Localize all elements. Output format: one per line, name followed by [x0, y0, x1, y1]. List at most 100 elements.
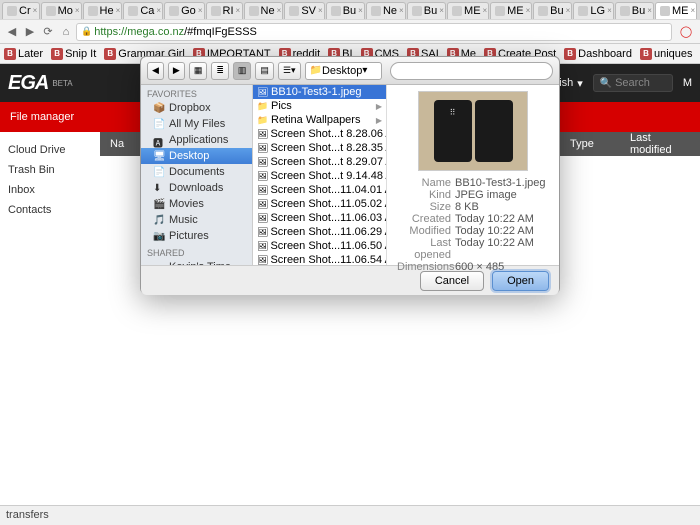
file-icon: 🖼	[257, 227, 268, 238]
sidebar-item[interactable]: 🎵Music	[141, 212, 252, 228]
lock-icon: 🔒	[81, 26, 92, 37]
mega-logo: EGA	[8, 72, 48, 95]
dialog-search-input[interactable]	[390, 62, 553, 80]
mega-sidebar-item[interactable]: Contacts	[8, 200, 92, 220]
browser-tab[interactable]: RI×	[206, 2, 243, 19]
back-button[interactable]: ◀	[4, 24, 20, 40]
file-icon: 📁	[257, 101, 269, 112]
file-row[interactable]: 🖼Screen Shot...t 8.29.07 AM	[253, 155, 386, 169]
browser-tab[interactable]: Bu×	[533, 2, 572, 19]
folder-icon: 📄	[153, 167, 165, 177]
dialog-body: FAVORITES 📦Dropbox📄All My Files🅰Applicat…	[141, 85, 559, 265]
sidebar-item[interactable]: 🎬Movies	[141, 196, 252, 212]
file-row[interactable]: 📁Pics▶	[253, 99, 386, 113]
file-icon: 🖼	[257, 143, 268, 154]
sidebar-item[interactable]: 🖥Desktop	[141, 148, 252, 164]
bookmark-item[interactable]: BSnip It	[51, 48, 96, 60]
sidebar-item[interactable]: 📦Dropbox	[141, 100, 252, 116]
home-button[interactable]: ⌂	[58, 24, 74, 40]
file-row[interactable]: 🖼Screen Shot...11.06.54 AM	[253, 253, 386, 265]
view-list-button[interactable]: ≣	[211, 62, 229, 80]
browser-tab[interactable]: Ca×	[123, 2, 163, 19]
nav-back-button[interactable]: ◀	[147, 62, 164, 80]
file-icon: 🖼	[257, 199, 268, 210]
sidebar-item[interactable]: 📄Documents	[141, 164, 252, 180]
file-icon: 🖼	[257, 87, 269, 98]
sidebar-item[interactable]: 💾Kevin's Time Capsule	[141, 259, 252, 265]
sidebar-item[interactable]: 🅰Applications	[141, 132, 252, 148]
file-icon: 📁	[257, 115, 269, 126]
nav-fwd-button[interactable]: ▶	[168, 62, 185, 80]
browser-tab[interactable]: He×	[83, 2, 123, 19]
beta-badge: BETA	[52, 79, 72, 88]
file-row[interactable]: 🖼Screen Shot...11.06.29 AM	[253, 225, 386, 239]
sidebar-item[interactable]: 📷Pictures	[141, 228, 252, 244]
browser-tab[interactable]: Mo×	[41, 2, 82, 19]
browser-address-bar: ◀ ▶ ⟳ ⌂ 🔒 https:// mega.co.nz /#fmqIFgES…	[0, 20, 700, 44]
view-cover-button[interactable]: ▤	[255, 62, 274, 80]
sidebar-item[interactable]: 📄All My Files	[141, 116, 252, 132]
preview-image	[418, 91, 528, 171]
browser-tab[interactable]: Bu×	[407, 2, 446, 19]
folder-icon: 📄	[153, 119, 165, 129]
file-row[interactable]: 📁Retina Wallpapers▶	[253, 113, 386, 127]
file-icon: 🖼	[257, 185, 268, 196]
reload-button[interactable]: ⟳	[40, 24, 56, 40]
file-row[interactable]: 🖼Screen Shot...t 8.28.35 AM	[253, 141, 386, 155]
url-field[interactable]: 🔒 https:// mega.co.nz /#fmqIFgESSS	[76, 23, 672, 41]
opera-icon[interactable]: ◯	[678, 24, 694, 40]
file-row[interactable]: 🖼Screen Shot...11.06.03 AM	[253, 211, 386, 225]
browser-tab[interactable]: ME×	[490, 2, 532, 19]
file-open-dialog: ◀ ▶ ▦ ≣ ▥ ▤ ☰▾ 📁 Desktop ▾ FAVORITES 📦Dr…	[140, 56, 560, 294]
file-row[interactable]: 🖼Screen Shot...11.04.01 AM	[253, 183, 386, 197]
file-row[interactable]: 🖼BB10-Test3-1.jpeg	[253, 85, 386, 99]
folder-icon: 🎵	[153, 215, 165, 225]
folder-icon: 🎬	[153, 199, 165, 209]
folder-icon: 🅰	[153, 135, 165, 145]
bookmark-item[interactable]: BLater	[4, 48, 43, 60]
mega-sidebar-item[interactable]: Trash Bin	[8, 160, 92, 180]
file-row[interactable]: 🖼Screen Shot...t 8.28.06 AM	[253, 127, 386, 141]
browser-tab[interactable]: Bu×	[615, 2, 654, 19]
browser-tab[interactable]: SV×	[284, 2, 324, 19]
file-icon: 🖼	[257, 171, 268, 182]
browser-tab[interactable]: Cr×	[2, 2, 40, 19]
view-columns-button[interactable]: ▥	[233, 62, 252, 80]
view-icons-button[interactable]: ▦	[189, 62, 208, 80]
browser-tab[interactable]: Bu×	[326, 2, 365, 19]
mega-footer: transfers	[0, 505, 700, 525]
transfers-label[interactable]: transfers	[6, 509, 49, 521]
browser-tab[interactable]: LG×	[573, 2, 613, 19]
phone-bb-icon	[434, 100, 472, 162]
mega-sidebar-item[interactable]: Cloud Drive	[8, 140, 92, 160]
arrange-button[interactable]: ☰▾	[278, 62, 301, 80]
file-row[interactable]: 🖼Screen Shot...11.06.50 AM	[253, 239, 386, 253]
meta-row: KindJPEG image	[393, 189, 553, 201]
bookmark-item[interactable]: BDashboard	[564, 48, 632, 60]
shared-heading: SHARED	[141, 244, 252, 259]
browser-tab[interactable]: Go×	[164, 2, 204, 19]
col-modified[interactable]: Last modified	[620, 132, 700, 156]
bookmark-item[interactable]: Buniques	[640, 48, 693, 60]
chevron-right-icon: ▶	[376, 102, 382, 111]
file-row[interactable]: 🖼Screen Shot...t 9.14.48 AM	[253, 169, 386, 183]
cancel-button[interactable]: Cancel	[420, 271, 484, 291]
browser-tab[interactable]: Ne×	[366, 2, 406, 19]
dialog-sidebar: FAVORITES 📦Dropbox📄All My Files🅰Applicat…	[141, 85, 253, 265]
meta-row: Last openedToday 10:22 AM	[393, 237, 553, 261]
browser-tab[interactable]: ME×	[447, 2, 489, 19]
preview-pane: NameBB10-Test3-1.jpegKindJPEG imageSize8…	[387, 85, 559, 265]
url-path: /#fmqIFgESSS	[184, 26, 257, 38]
browser-tab[interactable]: Ne×	[244, 2, 284, 19]
browser-tab[interactable]: ME×	[655, 2, 697, 19]
mega-search-input[interactable]: 🔍 Search	[593, 74, 673, 92]
open-button[interactable]: Open	[492, 271, 549, 291]
col-type[interactable]: Type	[560, 138, 620, 150]
mega-sidebar-item[interactable]: Inbox	[8, 180, 92, 200]
forward-button[interactable]: ▶	[22, 24, 38, 40]
location-popup[interactable]: 📁 Desktop ▾	[305, 62, 383, 80]
file-manager-title: File manager	[10, 111, 74, 123]
sidebar-item[interactable]: ⬇Downloads	[141, 180, 252, 196]
file-row[interactable]: 🖼Screen Shot...11.05.02 AM	[253, 197, 386, 211]
account-menu[interactable]: M	[683, 77, 692, 89]
